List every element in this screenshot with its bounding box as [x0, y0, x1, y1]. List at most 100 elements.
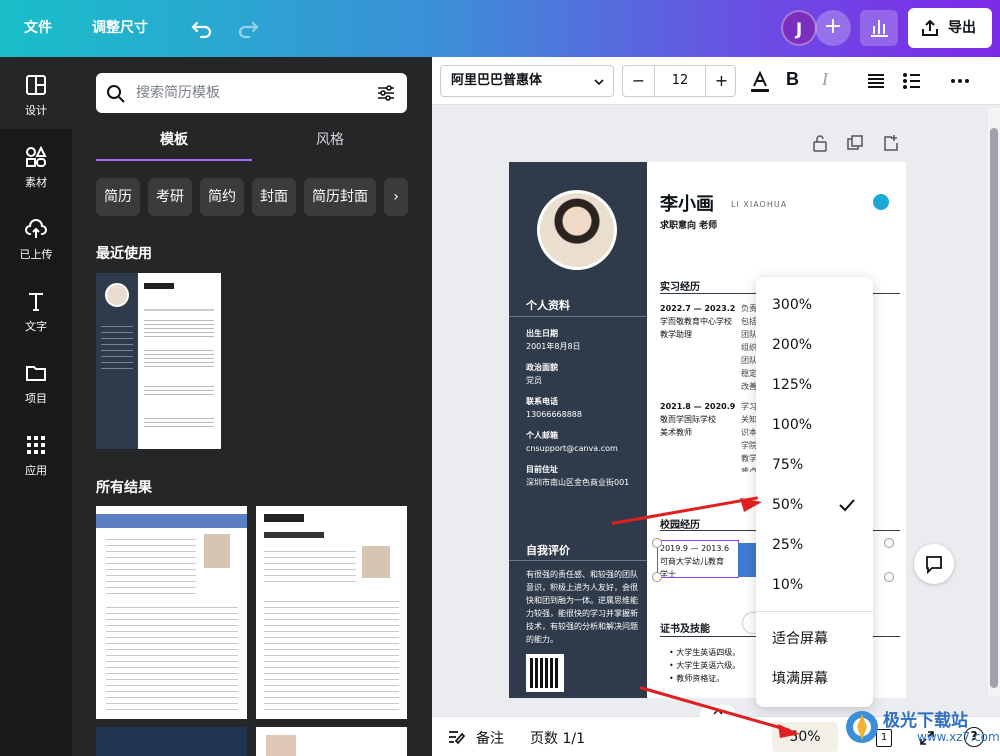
page-counter[interactable]: 页数 1/1	[530, 728, 585, 748]
resize-handle[interactable]	[652, 538, 662, 548]
rail-item-apps[interactable]: 应用	[0, 417, 72, 489]
chip-resume[interactable]: 简历	[96, 178, 140, 216]
italic-button[interactable]: I	[822, 69, 828, 90]
zoom-option-125[interactable]: 125%	[756, 365, 873, 405]
export-button[interactable]: 导出	[908, 8, 992, 48]
share-icon	[922, 19, 938, 36]
analytics-button[interactable]	[860, 10, 898, 46]
elements-icon	[26, 146, 47, 167]
cert-item: • 大学生英语六级。	[669, 661, 741, 670]
chip-exam[interactable]: 考研	[148, 178, 192, 216]
text-color-icon[interactable]	[748, 69, 772, 93]
avatar[interactable]: J	[781, 10, 817, 46]
job-1-period: 2022.7 — 2023.2	[660, 304, 736, 313]
resize-handle[interactable]	[652, 572, 662, 582]
zoom-option-300[interactable]: 300%	[756, 285, 873, 325]
export-label: 导出	[948, 20, 976, 36]
zoom-option-200[interactable]: 200%	[756, 325, 873, 365]
add-page-icon[interactable]	[882, 134, 900, 152]
template-thumbnail-3[interactable]	[96, 727, 247, 756]
template-thumbnail-2[interactable]	[256, 506, 407, 719]
font-size-stepper[interactable]: − 12 +	[622, 65, 736, 97]
template-thumbnail-1[interactable]	[96, 506, 247, 719]
resize-handle[interactable]	[884, 572, 894, 582]
rail-item-text[interactable]: 文字	[0, 273, 72, 345]
rail-item-elements[interactable]: 素材	[0, 129, 72, 201]
zoom-menu: 300% 200% 125% 100% 75% 50% 25% 10% 适合屏幕…	[756, 277, 873, 707]
chip-cover[interactable]: 封面	[252, 178, 296, 216]
job-1-role: 教学助理	[660, 330, 692, 339]
bar-chart-icon	[871, 20, 888, 37]
tab-templates[interactable]: 模板	[96, 125, 252, 161]
zoom-option-10[interactable]: 10%	[756, 565, 873, 605]
campus-heading: 校园经历	[660, 520, 700, 531]
email-value: cnsupport@canva.com	[526, 444, 618, 453]
more-icon[interactable]	[950, 71, 970, 91]
duplicate-page-icon[interactable]	[846, 134, 864, 152]
increase-size-button[interactable]: +	[705, 66, 737, 96]
font-select[interactable]: 阿里巴巴普惠体	[440, 65, 614, 97]
notes-icon[interactable]	[446, 727, 466, 747]
resume-name: 李小画	[660, 194, 714, 215]
filter-icon[interactable]	[376, 83, 396, 103]
cert-2: 大学生英语六级。	[676, 661, 741, 670]
cert-heading: 证书及技能	[660, 624, 710, 635]
checkmark-icon	[839, 499, 855, 512]
search-icon	[107, 85, 125, 103]
email-label: 个人邮箱	[526, 431, 558, 440]
notes-button[interactable]: 备注	[476, 728, 504, 748]
chip-simple[interactable]: 简约	[200, 178, 244, 216]
chip-resume-cover[interactable]: 简历封面	[304, 178, 376, 216]
selected-text-box[interactable]	[657, 540, 739, 578]
resize-button[interactable]: 调整尺寸	[92, 0, 148, 57]
decrease-size-button[interactable]: −	[623, 66, 655, 96]
design-icon	[26, 75, 46, 95]
arrowhead-icon	[740, 498, 762, 512]
zoom-option-75[interactable]: 75%	[756, 445, 873, 485]
tab-styles[interactable]: 风格	[252, 125, 408, 161]
rail-item-projects[interactable]: 项目	[0, 345, 72, 417]
canva-logo	[873, 194, 889, 210]
qr-code	[526, 654, 564, 692]
resize-handle[interactable]	[884, 538, 894, 548]
font-name: 阿里巴巴普惠体	[451, 73, 543, 88]
chips-next-button[interactable]: ›	[384, 178, 408, 216]
list-icon[interactable]	[902, 71, 922, 91]
zoom-option-100[interactable]: 100%	[756, 405, 873, 445]
zoom-fit-screen[interactable]: 适合屏幕	[756, 619, 873, 659]
rail-label-design: 设计	[25, 104, 47, 117]
redo-icon[interactable]	[234, 14, 262, 42]
rail-item-uploads[interactable]: 已上传	[0, 201, 72, 273]
self-eval-heading: 自我评价	[526, 544, 570, 557]
template-panel: 搜索简历模板 模板 风格 简历 考研 简约 封面 简历封面 › 最近使用 所有结…	[72, 57, 432, 756]
zoom-option-25[interactable]: 25%	[756, 525, 873, 565]
lock-icon[interactable]	[811, 134, 829, 152]
info-phone: 联系电话 13066668888	[526, 395, 582, 421]
address-label: 目前住址	[526, 465, 558, 474]
comment-button[interactable]	[914, 544, 954, 584]
add-collaborator-button[interactable]: +	[815, 10, 851, 46]
template-thumbnail-4[interactable]	[256, 727, 407, 756]
undo-icon[interactable]	[188, 14, 216, 42]
birth-label: 出生日期	[526, 329, 558, 338]
political-value: 党员	[526, 376, 542, 385]
editor-toolbar: 阿里巴巴普惠体 − 12 + B I	[432, 57, 1000, 105]
rail-label-text: 文字	[25, 320, 47, 333]
align-icon[interactable]	[866, 71, 886, 91]
bold-button[interactable]: B	[786, 69, 799, 90]
rail-label-uploads: 已上传	[19, 248, 53, 261]
file-menu[interactable]: 文件	[24, 0, 52, 57]
rail-item-design[interactable]: 设计	[0, 57, 72, 129]
cert-list: • 大学生英语四级。 • 大学生英语六级。 • 教师资格证。	[669, 646, 740, 685]
all-results-heading: 所有结果	[96, 480, 152, 496]
cert-item: • 大学生英语四级。	[669, 648, 741, 657]
watermark-logo	[846, 711, 878, 743]
search-input[interactable]: 搜索简历模板	[96, 73, 407, 113]
font-size-value[interactable]: 12	[655, 66, 705, 96]
vertical-scrollbar[interactable]	[988, 108, 1000, 696]
watermark: 极光下载站 www.xz7.com	[843, 704, 1000, 754]
profile-photo[interactable]	[537, 190, 617, 270]
info-political: 政治面貌 党员	[526, 361, 558, 387]
zoom-fill-screen[interactable]: 填满屏幕	[756, 659, 873, 699]
recent-template-thumbnail[interactable]	[96, 273, 221, 449]
